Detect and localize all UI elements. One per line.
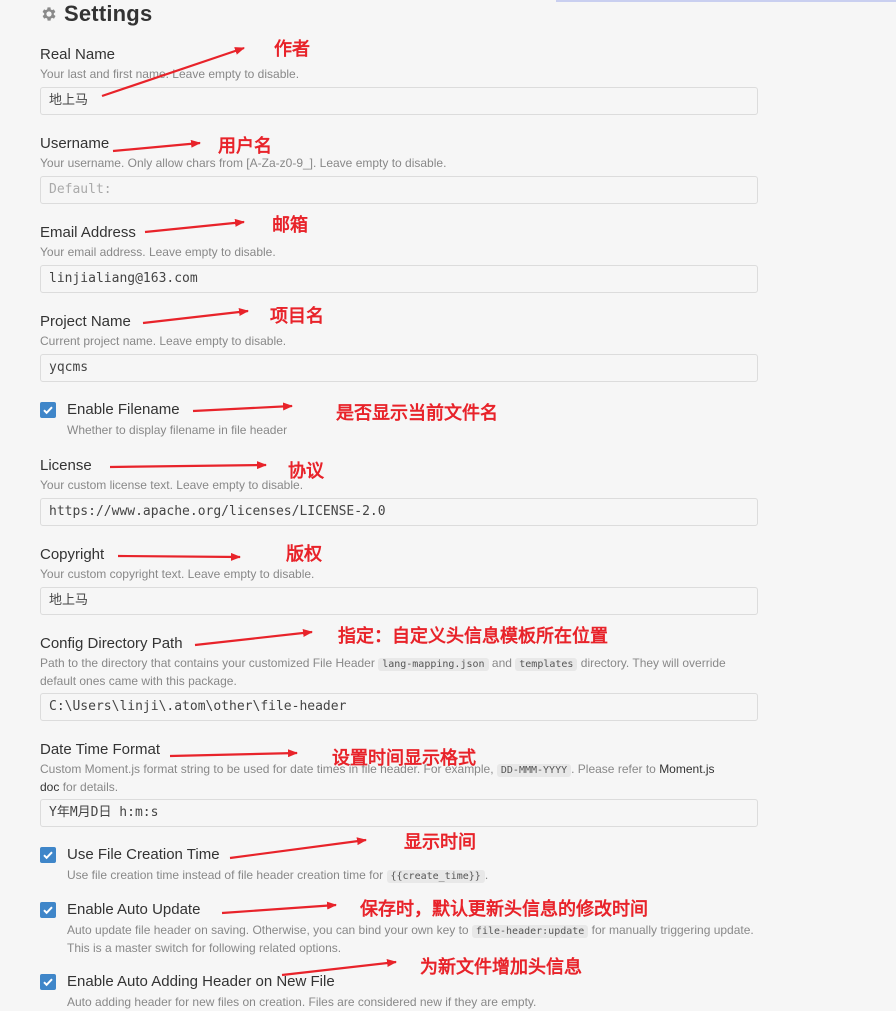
project-name-description: Current project name. Leave empty to dis… [40, 334, 287, 348]
checkmark-icon [43, 851, 53, 859]
annotation-copyright: 版权 [286, 544, 322, 565]
datetime-format-label: Date Time Format [40, 741, 161, 758]
arrow-license [109, 461, 267, 470]
auto-adding-option[interactable]: Enable Auto Adding Header on New File [40, 973, 335, 990]
auto-adding-checkbox[interactable] [40, 973, 56, 990]
page-title: Settings [64, 1, 153, 26]
checkmark-icon [43, 406, 53, 414]
email-input[interactable] [40, 265, 758, 293]
use-creation-time-description: Use file creation time instead of file h… [67, 868, 489, 883]
auto-adding-description: Auto adding header for new files on crea… [67, 995, 537, 1009]
arrow-username [112, 139, 201, 153]
config-directory-description: Path to the directory that contains your… [40, 656, 726, 688]
annotation-filename: 是否显示当前文件名 [336, 403, 498, 424]
annotation-license: 协议 [288, 461, 324, 482]
enable-filename-label: Enable Filename [67, 401, 180, 418]
arrow-copyright [117, 552, 241, 561]
templates-code: templates [515, 658, 578, 671]
checkmark-icon [43, 906, 53, 914]
gear-icon [42, 7, 56, 21]
arrow-filename [192, 402, 293, 413]
arrow-datetime [169, 749, 298, 758]
auto-update-label: Enable Auto Update [67, 901, 201, 918]
license-label: License [40, 457, 92, 474]
auto-update-option[interactable]: Enable Auto Update [40, 901, 200, 918]
annotation-auto-adding: 为新文件增加头信息 [420, 957, 582, 978]
enable-filename-option[interactable]: Enable Filename [40, 401, 180, 418]
copyright-description: Your custom copyright text. Leave empty … [40, 567, 315, 581]
auto-adding-label: Enable Auto Adding Header on New File [67, 973, 335, 990]
arrow-project [142, 308, 249, 325]
use-creation-time-checkbox[interactable] [40, 846, 56, 863]
annotation-auto-update: 保存时，默认更新头信息的修改时间 [360, 899, 648, 920]
settings-header: Settings [40, 0, 152, 28]
date-example-code: DD-MMM-YYYY [496, 764, 572, 777]
arrow-auto-update [221, 901, 337, 915]
username-description: Your username. Only allow chars from [A-… [40, 156, 447, 170]
license-description: Your custom license text. Leave empty to… [40, 478, 304, 492]
use-creation-time-label: Use File Creation Time [67, 846, 220, 863]
annotation-project: 项目名 [270, 306, 324, 327]
auto-update-checkbox[interactable] [40, 901, 56, 918]
project-name-label: Project Name [40, 313, 131, 330]
copyright-label: Copyright [40, 546, 105, 563]
license-input[interactable] [40, 498, 758, 526]
annotation-username: 用户名 [218, 136, 272, 157]
annotation-datetime: 设置时间显示格式 [332, 748, 476, 769]
enable-filename-checkbox[interactable] [40, 401, 56, 418]
real-name-description: Your last and first name. Leave empty to… [40, 67, 300, 81]
arrow-email [144, 218, 245, 234]
username-input[interactable] [40, 176, 758, 204]
copyright-input[interactable] [40, 587, 758, 615]
create-time-code: {{create_time}} [386, 870, 485, 883]
annotation-real-name: 作者 [274, 39, 310, 60]
config-directory-label: Config Directory Path [40, 635, 183, 652]
email-description: Your email address. Leave empty to disab… [40, 245, 276, 259]
auto-update-description: Auto update file header on saving. Other… [67, 923, 754, 955]
project-name-input[interactable] [40, 354, 758, 382]
datetime-format-input[interactable] [40, 799, 758, 827]
username-label: Username [40, 135, 110, 152]
arrow-config-dir [194, 629, 313, 647]
email-label: Email Address [40, 224, 136, 241]
annotation-email: 邮箱 [272, 215, 308, 236]
arrow-creation-time [229, 837, 367, 860]
checkmark-icon [43, 978, 53, 986]
annotation-creation-time: 显示时间 [404, 832, 476, 853]
use-creation-time-option[interactable]: Use File Creation Time [40, 846, 220, 863]
lang-mapping-code: lang-mapping.json [378, 658, 489, 671]
update-command-code: file-header:update [471, 925, 589, 938]
annotation-config-dir: 指定：自定义头信息模板所在位置 [338, 626, 608, 647]
real-name-label: Real Name [40, 46, 116, 63]
config-directory-input[interactable] [40, 693, 758, 721]
real-name-input[interactable] [40, 87, 758, 115]
